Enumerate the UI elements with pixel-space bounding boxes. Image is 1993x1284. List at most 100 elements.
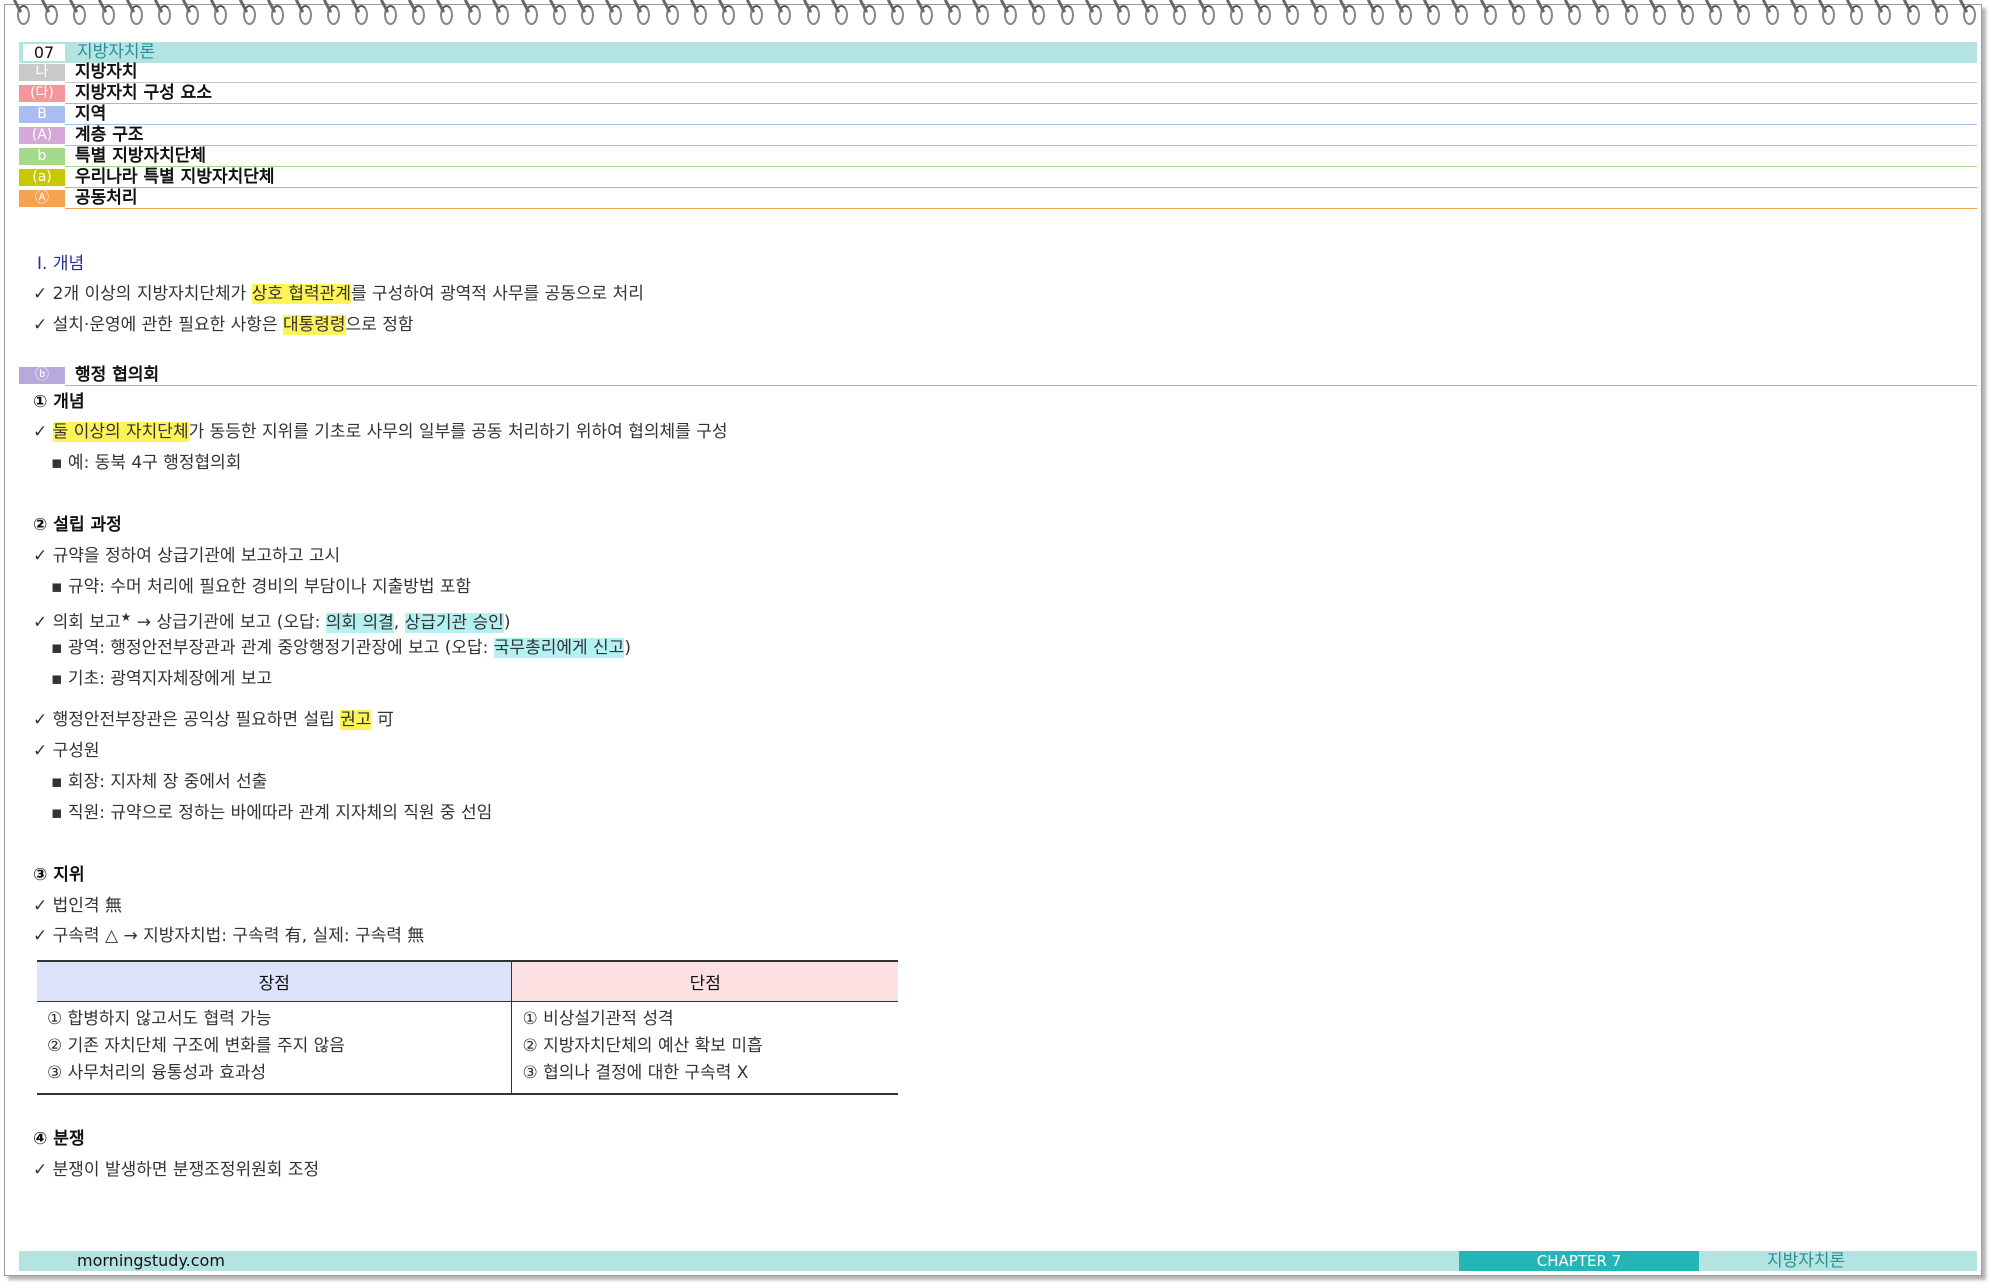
disadvantages-header: 단점: [511, 960, 898, 1002]
s3-line-2: ✓ 구속력 △ → 지방자치법: 구속력 有, 실제: 구속력 無: [33, 926, 425, 946]
text-segment: ✓ 2개 이상의 지방자치단체가: [33, 284, 252, 304]
outline-row: Ⓐ 공동처리: [19, 188, 1977, 209]
list-item: ① 합병하지 않고서도 협력 가능: [47, 1009, 272, 1029]
outline-row: b 특별 지방자치단체: [19, 146, 1977, 167]
outline-tag: B: [19, 106, 65, 123]
list-item: ③ 협의나 결정에 대한 구속력 X: [522, 1063, 749, 1083]
table-row: ① 합병하지 않고서도 협력 가능 ② 기존 자치단체 구조에 변화를 주지 않…: [37, 1001, 898, 1095]
spiral-ring: [1652, 5, 1666, 25]
text-segment: ▪ 광역: 행정안전부장관과 관계 중앙행정기관장에 보고 (오답:: [51, 638, 494, 658]
spiral-ring: [214, 5, 228, 25]
s1-line-2: ▪ 예: 동북 4구 행정협의회: [51, 453, 242, 473]
spiral-ring: [778, 5, 792, 25]
spiral-ring: [1455, 5, 1469, 25]
text-segment: ✓ 의회 보고: [33, 612, 121, 633]
s2-line-5: ▪ 기초: 광역지자체장에게 보고: [51, 669, 273, 689]
chapter-title: 지방자치론: [77, 42, 156, 62]
highlight: 대통령령: [283, 315, 346, 335]
s2-line-8: ▪ 회장: 지자체 장 중에서 선출: [51, 772, 268, 792]
section-label: 행정 협의회: [75, 365, 160, 385]
spiral-ring: [1568, 5, 1582, 25]
spiral-ring: [1032, 5, 1046, 25]
spiral-ring: [1596, 5, 1610, 25]
outline-label: 특별 지방자치단체: [75, 146, 207, 166]
text-segment: ✓ 행정안전부장관은 공익상 필요하면 설립: [33, 710, 341, 730]
concept-heading: Ⅰ. 개념: [37, 254, 85, 274]
list-item: ③ 사무처리의 융통성과 효과성: [47, 1063, 267, 1083]
outline-tag: (a): [19, 169, 65, 186]
list-item: ① 비상설기관적 성격: [522, 1009, 674, 1029]
outline-row: (A) 계층 구조: [19, 125, 1977, 146]
s1-title: ① 개념: [33, 392, 85, 412]
outline-label: 지방자치 구성 요소: [75, 83, 212, 103]
highlight: 둘 이상의 자치단체: [52, 422, 189, 442]
spiral-ring: [1173, 5, 1187, 25]
s4-line-1: ✓ 분쟁이 발생하면 분쟁조정위원회 조정: [33, 1160, 320, 1180]
spiral-ring: [1483, 5, 1497, 25]
spiral-ring: [1427, 5, 1441, 25]
outline-row: B 지역: [19, 104, 1977, 125]
text-segment: ): [503, 612, 511, 633]
spiral-ring: [411, 5, 425, 25]
spiral-ring: [440, 5, 454, 25]
text-segment: 으로 정함: [345, 315, 414, 335]
spiral-ring: [1201, 5, 1215, 25]
spiral-ring: [1765, 5, 1779, 25]
spiral-ring: [270, 5, 284, 25]
spiral-ring: [17, 5, 30, 25]
spiral-ring: [1229, 5, 1243, 25]
s2-line-6: ✓ 행정안전부장관은 공익상 필요하면 설립 권고 可: [33, 708, 394, 732]
s1-line-1: ✓ 둘 이상의 자치단체가 동등한 지위를 기초로 사무의 일부를 공동 처리하…: [33, 420, 727, 444]
list-item: ② 기존 자치단체 구조에 변화를 주지 않음: [47, 1036, 345, 1056]
outline-row: (a) 우리나라 특별 지방자치단체: [19, 167, 1977, 188]
s2-line-3: ✓ 의회 보고★ → 상급기관에 보고 (오답: 의회 의결, 상급기관 승인): [33, 605, 510, 635]
spiral-ring: [1878, 5, 1892, 25]
spiral-ring: [722, 5, 736, 25]
spiral-ring: [750, 5, 764, 25]
spiral-ring: [1004, 5, 1018, 25]
spiral-ring: [1680, 5, 1694, 25]
document-page: 07 지방자치론 나 지방자치 (다) 지방자치 구성 요소 B 지역 (A) …: [4, 4, 1982, 1276]
spiral-ring: [1398, 5, 1412, 25]
spiral-ring: [1286, 5, 1300, 25]
outline-tag: Ⓐ: [19, 190, 65, 207]
highlight: 상호 협력관계: [251, 284, 351, 304]
spiral-ring: [891, 5, 905, 25]
spiral-ring: [242, 5, 256, 25]
spiral-ring: [581, 5, 595, 25]
spiral-ring: [158, 5, 172, 25]
disadvantages-cell: ① 비상설기관적 성격 ② 지방자치단체의 예산 확보 미흡 ③ 협의나 결정에…: [511, 1001, 898, 1095]
star-mark: ★: [120, 610, 132, 624]
footer-chapter: CHAPTER 7: [1459, 1251, 1699, 1271]
spiral-ring: [1850, 5, 1864, 25]
s3-line-1: ✓ 법인격 無: [33, 896, 122, 916]
spiral-ring: [1963, 5, 1977, 25]
spiral-ring: [73, 5, 87, 25]
spiral-ring: [101, 5, 115, 25]
spiral-ring: [383, 5, 397, 25]
outline-label: 지역: [75, 104, 107, 124]
text-segment: 를 구성하여 광역적 사무를 공동으로 처리: [350, 284, 644, 304]
text-segment: ,: [393, 612, 405, 633]
section-row: ⓑ 행정 협의회: [19, 365, 1977, 386]
highlight: 국무총리에게 신고: [493, 638, 625, 658]
spiral-ring: [1060, 5, 1074, 25]
outline-tag: (다): [19, 85, 65, 102]
text-segment: ): [624, 638, 631, 658]
outline-label: 지방자치: [75, 62, 138, 82]
text-segment: 可: [371, 710, 394, 730]
concept-line-2: ✓ 설치·운영에 관한 필요한 사항은 대통령령으로 정함: [33, 313, 414, 337]
spiral-ring: [1822, 5, 1835, 25]
outline-row: (다) 지방자치 구성 요소: [19, 83, 1977, 104]
outline-label: 공동처리: [75, 188, 138, 208]
spiral-ring: [524, 5, 538, 25]
list-item: ② 지방자치단체의 예산 확보 미흡: [522, 1036, 763, 1056]
spiral-ring: [299, 5, 313, 25]
spiral-ring: [1088, 5, 1102, 25]
s4-title: ④ 분쟁: [33, 1129, 85, 1149]
spiral-ring: [1793, 5, 1807, 25]
spiral-ring: [1539, 5, 1553, 25]
spiral-ring: [1709, 5, 1723, 25]
table-header-row: 장점 단점: [37, 960, 898, 1002]
spiral-ring: [1342, 5, 1356, 25]
